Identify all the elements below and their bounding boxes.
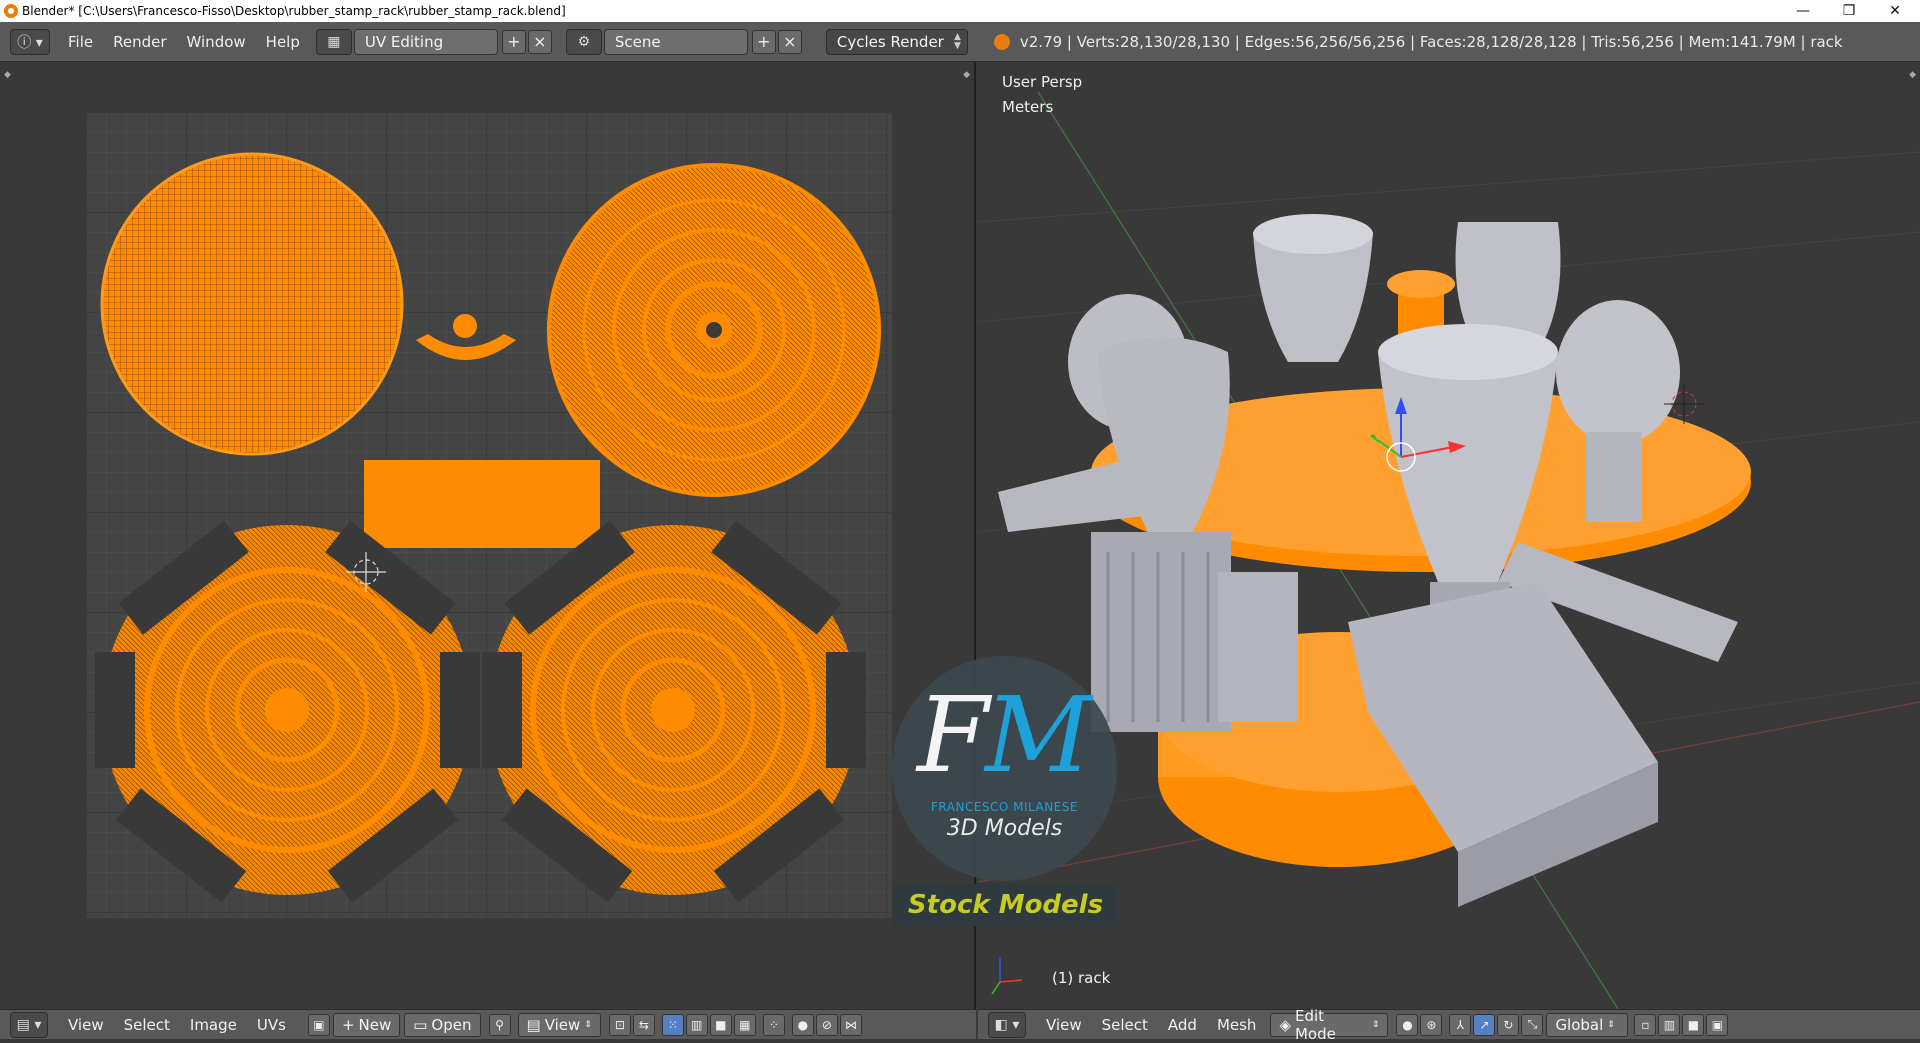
uv-islands[interactable] bbox=[0, 62, 976, 1009]
sync-selection-icon[interactable]: ⇆ bbox=[632, 1013, 655, 1036]
editor-type-3d-view-icon[interactable]: ◧ ▾ bbox=[988, 1011, 1026, 1038]
menu-render[interactable]: Render bbox=[103, 33, 176, 51]
uv-island-arc bbox=[416, 314, 516, 360]
interaction-mode-label: Edit Mode bbox=[1294, 1006, 1336, 1043]
blender-icon bbox=[993, 33, 1010, 50]
scene-statistics: v2.79 | Verts:28,130/28,130 | Edges:56,2… bbox=[1019, 32, 1843, 51]
view3d-menu-add[interactable]: Add bbox=[1158, 1016, 1207, 1034]
uv-menu-uvs[interactable]: UVs bbox=[247, 1016, 296, 1034]
manipulator-toggle-icon[interactable]: ⅄ bbox=[1449, 1013, 1472, 1036]
info-header: ⓘ ▾ File Render Window Help ▦ UV Editing… bbox=[0, 22, 1920, 62]
scene-icon[interactable]: ⚙ bbox=[565, 28, 602, 55]
close-button[interactable]: ✕ bbox=[1872, 0, 1918, 22]
3d-viewport[interactable]: ◆ User Persp Meters (1) rack bbox=[978, 62, 1920, 1009]
view3d-menu-mesh[interactable]: Mesh bbox=[1207, 1016, 1267, 1034]
vertex-select-mode-icon[interactable]: ▫ bbox=[1634, 1013, 1657, 1036]
face-select-icon[interactable]: ■ bbox=[709, 1013, 732, 1036]
screen-layout-field[interactable]: UV Editing bbox=[353, 28, 498, 55]
vertex-select-icon[interactable]: ⁙ bbox=[661, 1013, 684, 1036]
uv-island-gear-right bbox=[482, 520, 866, 903]
add-scene-button[interactable]: + bbox=[751, 29, 776, 54]
pivot-point-icon[interactable]: ⊛ bbox=[1420, 1013, 1443, 1036]
view-mode-label: View bbox=[544, 1015, 581, 1034]
uv-island-disk-top-left bbox=[100, 152, 404, 456]
dropdown-arrows-icon: ▲ ▼ bbox=[953, 31, 961, 51]
folder-icon: ▭ bbox=[413, 1015, 428, 1034]
uv-island-gear-left bbox=[95, 520, 480, 903]
edge-select-mode-icon[interactable]: ▥ bbox=[1658, 1013, 1681, 1036]
plus-icon: + bbox=[341, 1015, 355, 1034]
image-browse-icon[interactable]: ▣ bbox=[307, 1013, 330, 1036]
view-mode-icon: ▤ bbox=[526, 1015, 541, 1034]
dropdown-arrows-icon: ⇕ bbox=[1371, 1019, 1380, 1030]
window-title-bar: Blender* [C:\Users\Francesco-Fisso\Deskt… bbox=[0, 0, 1920, 22]
maximize-button[interactable]: ❐ bbox=[1826, 0, 1872, 22]
watermark-subtitle: 3D Models bbox=[946, 816, 1063, 841]
new-image-label: New bbox=[358, 1015, 392, 1034]
window-title: Blender* [C:\Users\Francesco-Fisso\Deskt… bbox=[22, 4, 566, 18]
remove-screen-button[interactable]: × bbox=[527, 29, 552, 54]
snap-target-icon[interactable]: ⋈ bbox=[839, 1013, 862, 1036]
view-name: User Persp bbox=[1002, 73, 1083, 91]
open-image-button[interactable]: ▭ Open bbox=[404, 1012, 481, 1037]
transform-orientation-dropdown[interactable]: Global ⇕ bbox=[1546, 1012, 1629, 1037]
scene-field[interactable]: Scene bbox=[603, 28, 748, 55]
menu-help[interactable]: Help bbox=[256, 33, 310, 51]
3d-scene[interactable] bbox=[978, 62, 1920, 1009]
add-screen-button[interactable]: + bbox=[501, 29, 526, 54]
translate-manipulator-icon[interactable]: ↗ bbox=[1473, 1013, 1496, 1036]
view3d-menu-view[interactable]: View bbox=[1036, 1016, 1092, 1034]
uv-island-disk-top-right bbox=[547, 163, 881, 497]
uv-menu-image[interactable]: Image bbox=[180, 1016, 247, 1034]
scale-manipulator-icon[interactable]: ⤡ bbox=[1521, 1013, 1544, 1036]
render-engine-dropdown[interactable]: Cycles Render ▲ ▼ bbox=[825, 28, 968, 55]
viewport-shading-icon[interactable]: ● bbox=[1396, 1013, 1419, 1036]
dropdown-arrows-icon: ⇕ bbox=[1607, 1019, 1615, 1030]
blender-logo-icon bbox=[4, 4, 18, 18]
interaction-mode-dropdown[interactable]: ◈ Edit Mode ⇕ bbox=[1270, 1007, 1389, 1043]
uv-island-rectangle bbox=[364, 460, 600, 548]
view3d-menu-select[interactable]: Select bbox=[1092, 1016, 1158, 1034]
3d-view-header: ◧ ▾ View Select Add Mesh ◈ Edit Mode ⇕ ● ⊛… bbox=[978, 1007, 1920, 1043]
logo-letter-m: M bbox=[985, 674, 1091, 796]
editor-type-image-icon[interactable]: ▤ ▾ bbox=[10, 1011, 48, 1038]
new-image-button[interactable]: + New bbox=[332, 1012, 401, 1037]
watermark-banner: Stock Models bbox=[893, 884, 1118, 926]
uv-editor-header: ▤ ▾ View Select Image UVs ▣ + New ▭ Open ⚲… bbox=[0, 1009, 976, 1039]
menu-file[interactable]: File bbox=[58, 33, 103, 51]
watermark-logo: FM bbox=[917, 680, 1092, 790]
uv-image-editor[interactable]: ◆ ◆ bbox=[0, 62, 976, 1009]
face-select-mode-icon[interactable]: ■ bbox=[1682, 1013, 1705, 1036]
menu-window[interactable]: Window bbox=[177, 33, 256, 51]
active-object-label: (1) rack bbox=[1052, 969, 1111, 987]
area-split-corner-icon[interactable]: ◆ bbox=[1909, 70, 1916, 80]
minimize-button[interactable]: — bbox=[1780, 0, 1826, 22]
occlude-geometry-icon[interactable]: ▣ bbox=[1706, 1013, 1729, 1036]
unit-system: Meters bbox=[1002, 98, 1054, 116]
logo-letter-f: F bbox=[917, 674, 989, 796]
island-select-icon[interactable]: ▦ bbox=[733, 1013, 756, 1036]
uv-menu-view[interactable]: View bbox=[58, 1016, 114, 1034]
uv-menu-select[interactable]: Select bbox=[114, 1016, 180, 1034]
remove-scene-button[interactable]: × bbox=[777, 29, 802, 54]
sticky-mode-icon[interactable]: ⁘ bbox=[762, 1013, 785, 1036]
transform-orientation-label: Global bbox=[1555, 1015, 1604, 1034]
edge-select-icon[interactable]: ▥ bbox=[685, 1013, 708, 1036]
render-engine-label: Cycles Render bbox=[836, 32, 944, 51]
dropdown-arrows-icon: ⇕ bbox=[584, 1019, 592, 1030]
watermark-name: FRANCESCO MILANESE bbox=[931, 800, 1078, 814]
snap-icon[interactable]: ⊘ bbox=[815, 1013, 838, 1036]
viewport-overlay-text: User Persp Meters bbox=[1002, 70, 1082, 120]
open-image-label: Open bbox=[431, 1015, 472, 1034]
pivot-icon[interactable]: ⊡ bbox=[608, 1013, 631, 1036]
stamp-back-center bbox=[1253, 214, 1373, 362]
editor-type-info-icon[interactable]: ⓘ ▾ bbox=[10, 28, 50, 55]
pin-icon[interactable]: ⚲ bbox=[488, 1013, 511, 1036]
view-mode-dropdown[interactable]: ▤ View ⇕ bbox=[517, 1012, 601, 1037]
mini-axis-icon bbox=[991, 957, 1023, 995]
proportional-edit-icon[interactable]: ● bbox=[791, 1013, 814, 1036]
rotate-manipulator-icon[interactable]: ↻ bbox=[1497, 1013, 1520, 1036]
screen-layout-icon[interactable]: ▦ bbox=[315, 28, 352, 55]
edit-mode-icon: ◈ bbox=[1279, 1015, 1291, 1034]
